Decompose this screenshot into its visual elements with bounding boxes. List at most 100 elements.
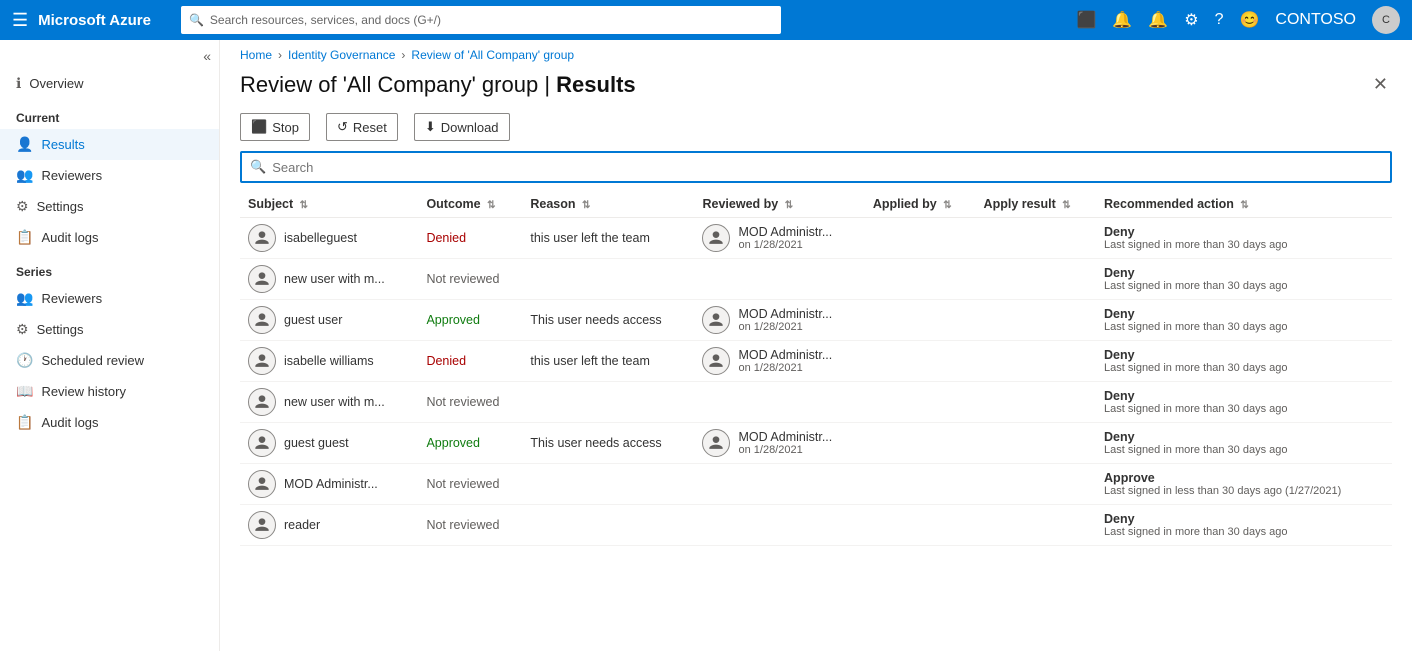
- cloud-shell-icon[interactable]: ⬛: [1076, 10, 1096, 30]
- title-suffix: Results: [556, 72, 635, 97]
- top-navigation: ☰ Microsoft Azure 🔍 Search resources, se…: [0, 0, 1412, 40]
- sort-icon[interactable]: ⇅: [582, 200, 590, 211]
- feedback-icon[interactable]: 🔔: [1112, 10, 1132, 30]
- reviewer-date: on 1/28/2021: [738, 444, 832, 456]
- sidebar-item-overview[interactable]: ℹ Overview: [0, 68, 219, 99]
- sidebar-item-series-reviewers[interactable]: 👥 Reviewers: [0, 283, 219, 314]
- info-icon: ℹ: [16, 75, 21, 92]
- sidebar-item-audit-logs[interactable]: 📋 Audit logs: [0, 222, 219, 253]
- download-button[interactable]: ⬇ Download: [414, 113, 510, 141]
- sidebar-item-label: Reviewers: [41, 291, 102, 306]
- sort-icon[interactable]: ⇅: [1240, 200, 1248, 211]
- table-row[interactable]: isabelleguestDeniedthis user left the te…: [240, 218, 1392, 259]
- collapse-button[interactable]: «: [203, 48, 211, 64]
- col-apply-result: Apply result ⇅: [976, 191, 1096, 218]
- sidebar-item-label: Settings: [37, 322, 84, 337]
- account-icon[interactable]: 😊: [1239, 10, 1259, 30]
- breadcrumb-identity-governance[interactable]: Identity Governance: [288, 48, 395, 62]
- breadcrumb-sep: ›: [278, 48, 282, 62]
- cell-recommended-action: DenyLast signed in more than 30 days ago: [1096, 218, 1392, 259]
- close-button[interactable]: ✕: [1369, 70, 1392, 99]
- rec-detail: Last signed in more than 30 days ago: [1104, 321, 1384, 333]
- sidebar-item-review-history[interactable]: 📖 Review history: [0, 376, 219, 407]
- sidebar-collapse[interactable]: «: [0, 40, 219, 68]
- outcome-value: Approved: [426, 313, 480, 327]
- breadcrumb: Home › Identity Governance › Review of '…: [220, 40, 1412, 66]
- cell-recommended-action: DenyLast signed in more than 30 days ago: [1096, 259, 1392, 300]
- table-row[interactable]: reader Not reviewed DenyLast signed in mor…: [240, 505, 1392, 546]
- cell-applied-by: [865, 259, 976, 300]
- cell-outcome: Not reviewed: [418, 505, 522, 546]
- breadcrumb-home[interactable]: Home: [240, 48, 272, 62]
- cell-reason: [522, 259, 694, 300]
- global-search-bar[interactable]: 🔍 Search resources, services, and docs (…: [181, 6, 781, 34]
- cell-reviewed-by: MOD Administr...on 1/28/2021: [694, 341, 864, 382]
- table-header: Subject ⇅ Outcome ⇅ Reason ⇅ Reviewed: [240, 191, 1392, 218]
- sidebar-item-series-settings[interactable]: ⚙ Settings: [0, 314, 219, 345]
- rec-action: Deny: [1104, 307, 1384, 321]
- user-name: guest user: [284, 313, 342, 327]
- cell-subject: isabelleguest: [240, 218, 418, 259]
- breadcrumb-review[interactable]: Review of 'All Company' group: [411, 48, 574, 62]
- sort-icon[interactable]: ⇅: [1062, 200, 1070, 211]
- table-row[interactable]: new user with m...Not reviewedDenyLast s…: [240, 259, 1392, 300]
- col-reason: Reason ⇅: [522, 191, 694, 218]
- sidebar-item-series-audit-logs[interactable]: 📋 Audit logs: [0, 407, 219, 438]
- cell-reason: [522, 464, 694, 505]
- sidebar-item-reviewers[interactable]: 👥 Reviewers: [0, 160, 219, 191]
- reviewer-cell: MOD Administr...on 1/28/2021: [702, 429, 856, 457]
- sidebar-item-results[interactable]: 👤 Results: [0, 129, 219, 160]
- sidebar-item-settings[interactable]: ⚙ Settings: [0, 191, 219, 222]
- cell-subject: guest user: [240, 300, 418, 341]
- table-row[interactable]: isabelle williamsDeniedthis user left th…: [240, 341, 1392, 382]
- notification-icon[interactable]: 🔔: [1148, 10, 1168, 30]
- cell-recommended-action: DenyLast signed in more than 30 days ago: [1096, 382, 1392, 423]
- cell-recommended-action: DenyLast signed in more than 30 days ago: [1096, 300, 1392, 341]
- reviewer-name: MOD Administr...: [738, 348, 832, 362]
- settings-icon[interactable]: ⚙: [1184, 10, 1198, 30]
- cell-reason: This user needs access: [522, 423, 694, 464]
- cell-subject: guest guest: [240, 423, 418, 464]
- help-icon[interactable]: ?: [1215, 11, 1224, 29]
- sort-icon[interactable]: ⇅: [487, 200, 495, 211]
- search-input[interactable]: [272, 160, 1382, 175]
- reviewer-avatar: [702, 306, 730, 334]
- user-cell: MOD Administr...: [248, 470, 410, 498]
- sidebar-item-scheduled-review[interactable]: 🕐 Scheduled review: [0, 345, 219, 376]
- title-separator: |: [544, 72, 556, 97]
- cell-reason: [522, 382, 694, 423]
- sort-icon[interactable]: ⇅: [785, 200, 793, 211]
- stop-button[interactable]: ⬛ Stop: [240, 113, 310, 141]
- cell-recommended-action: DenyLast signed in more than 30 days ago: [1096, 505, 1392, 546]
- user-cell: guest user: [248, 306, 410, 334]
- cell-reviewed-by: [694, 259, 864, 300]
- cell-reason: this user left the team: [522, 218, 694, 259]
- table-row[interactable]: new user with m...Not reviewedDenyLast s…: [240, 382, 1392, 423]
- rec-detail: Last signed in more than 30 days ago: [1104, 239, 1384, 251]
- rec-detail: Last signed in more than 30 days ago: [1104, 403, 1384, 415]
- reviewers-icon: 👥: [16, 167, 33, 184]
- download-label: Download: [441, 120, 499, 135]
- sort-icon[interactable]: ⇅: [943, 200, 951, 211]
- main-content: Home › Identity Governance › Review of '…: [220, 40, 1412, 651]
- user-avatar: [248, 429, 276, 457]
- table-row[interactable]: guest guestApprovedThis user needs acces…: [240, 423, 1392, 464]
- hamburger-menu[interactable]: ☰: [12, 10, 28, 31]
- user-cell: reader: [248, 511, 410, 539]
- outcome-value: Not reviewed: [426, 272, 499, 286]
- reviewer-date: on 1/28/2021: [738, 321, 832, 333]
- audit-icon: 📋: [16, 229, 33, 246]
- table-row[interactable]: MOD Administr...Not reviewedApproveLast …: [240, 464, 1392, 505]
- outcome-value: Not reviewed: [426, 518, 499, 532]
- sort-icon[interactable]: ⇅: [300, 200, 308, 211]
- rec-detail: Last signed in more than 30 days ago: [1104, 444, 1384, 456]
- reset-button[interactable]: ↺ Reset: [326, 113, 398, 141]
- rec-action: Deny: [1104, 348, 1384, 362]
- cell-subject: reader: [240, 505, 418, 546]
- clock-icon: 🕐: [16, 352, 33, 369]
- avatar[interactable]: C: [1372, 6, 1400, 34]
- search-icon: 🔍: [250, 159, 266, 175]
- search-container: 🔍: [220, 151, 1412, 191]
- cell-apply-result: [976, 341, 1096, 382]
- table-row[interactable]: guest userApprovedThis user needs access…: [240, 300, 1392, 341]
